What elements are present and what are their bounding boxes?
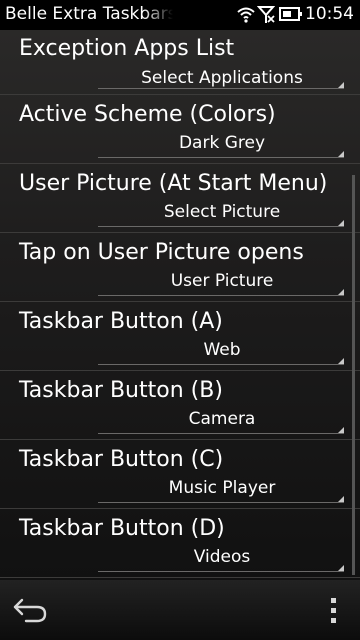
dropdown-corner-icon <box>338 427 344 433</box>
dropdown-corner-icon <box>338 496 344 502</box>
dropdown-corner-icon <box>338 220 344 226</box>
setting-value: Dark Grey <box>178 133 266 153</box>
dropdown-corner-icon <box>338 289 344 295</box>
clock: 10:54 <box>305 4 354 24</box>
setting-value: Web <box>203 340 241 360</box>
setting-value: Select Picture <box>163 202 281 222</box>
value-underline <box>98 157 344 158</box>
dropdown-corner-icon <box>338 82 344 88</box>
dropdown-corner-icon <box>338 358 344 364</box>
setting-value: Music Player <box>168 478 276 498</box>
setting-taskbar-button-a[interactable]: Taskbar Button (A) Web <box>0 302 360 371</box>
setting-title: Taskbar Button (B) <box>19 378 223 403</box>
value-underline <box>98 364 344 365</box>
setting-title: Taskbar Button (C) <box>19 447 224 472</box>
value-underline <box>98 502 344 503</box>
status-bar: Belle Extra Taskbars 10:54 <box>0 0 360 30</box>
setting-title: Taskbar Button (D) <box>19 516 225 541</box>
setting-active-scheme[interactable]: Active Scheme (Colors) Dark Grey <box>0 95 360 164</box>
app-title: Belle Extra Taskbars <box>5 4 173 24</box>
scrollbar[interactable] <box>352 175 355 575</box>
setting-exception-apps-list[interactable]: Exception Apps List Select Applications <box>0 30 360 95</box>
setting-user-picture[interactable]: User Picture (At Start Menu) Select Pict… <box>0 164 360 233</box>
screen: Belle Extra Taskbars 10:54 Exception App… <box>0 0 360 640</box>
no-signal-icon <box>257 6 275 23</box>
value-underline <box>98 571 344 572</box>
bottom-toolbar <box>0 580 360 640</box>
setting-value: Camera <box>188 409 256 429</box>
wifi-icon <box>237 7 255 23</box>
more-options-icon[interactable] <box>328 596 340 626</box>
value-underline <box>98 226 344 227</box>
dropdown-corner-icon <box>338 565 344 571</box>
setting-value: Select Applications <box>141 68 303 88</box>
setting-value: User Picture <box>170 271 274 291</box>
setting-tap-user-picture[interactable]: Tap on User Picture opens User Picture <box>0 233 360 302</box>
setting-taskbar-button-c[interactable]: Taskbar Button (C) Music Player <box>0 440 360 509</box>
value-underline <box>98 433 344 434</box>
setting-title: Taskbar Button (A) <box>19 309 223 334</box>
setting-taskbar-button-d[interactable]: Taskbar Button (D) Videos <box>0 509 360 578</box>
setting-value: Videos <box>193 547 251 567</box>
value-underline <box>98 295 344 296</box>
back-arrow-icon[interactable] <box>10 594 50 626</box>
dropdown-corner-icon <box>338 151 344 157</box>
setting-title: User Picture (At Start Menu) <box>19 171 328 196</box>
setting-taskbar-button-b[interactable]: Taskbar Button (B) Camera <box>0 371 360 440</box>
battery-icon <box>279 7 302 21</box>
setting-title: Exception Apps List <box>19 36 235 61</box>
settings-list: Exception Apps List Select Applications … <box>0 30 360 580</box>
value-underline <box>98 88 344 89</box>
setting-title: Active Scheme (Colors) <box>19 102 276 127</box>
setting-title: Tap on User Picture opens <box>19 240 304 265</box>
